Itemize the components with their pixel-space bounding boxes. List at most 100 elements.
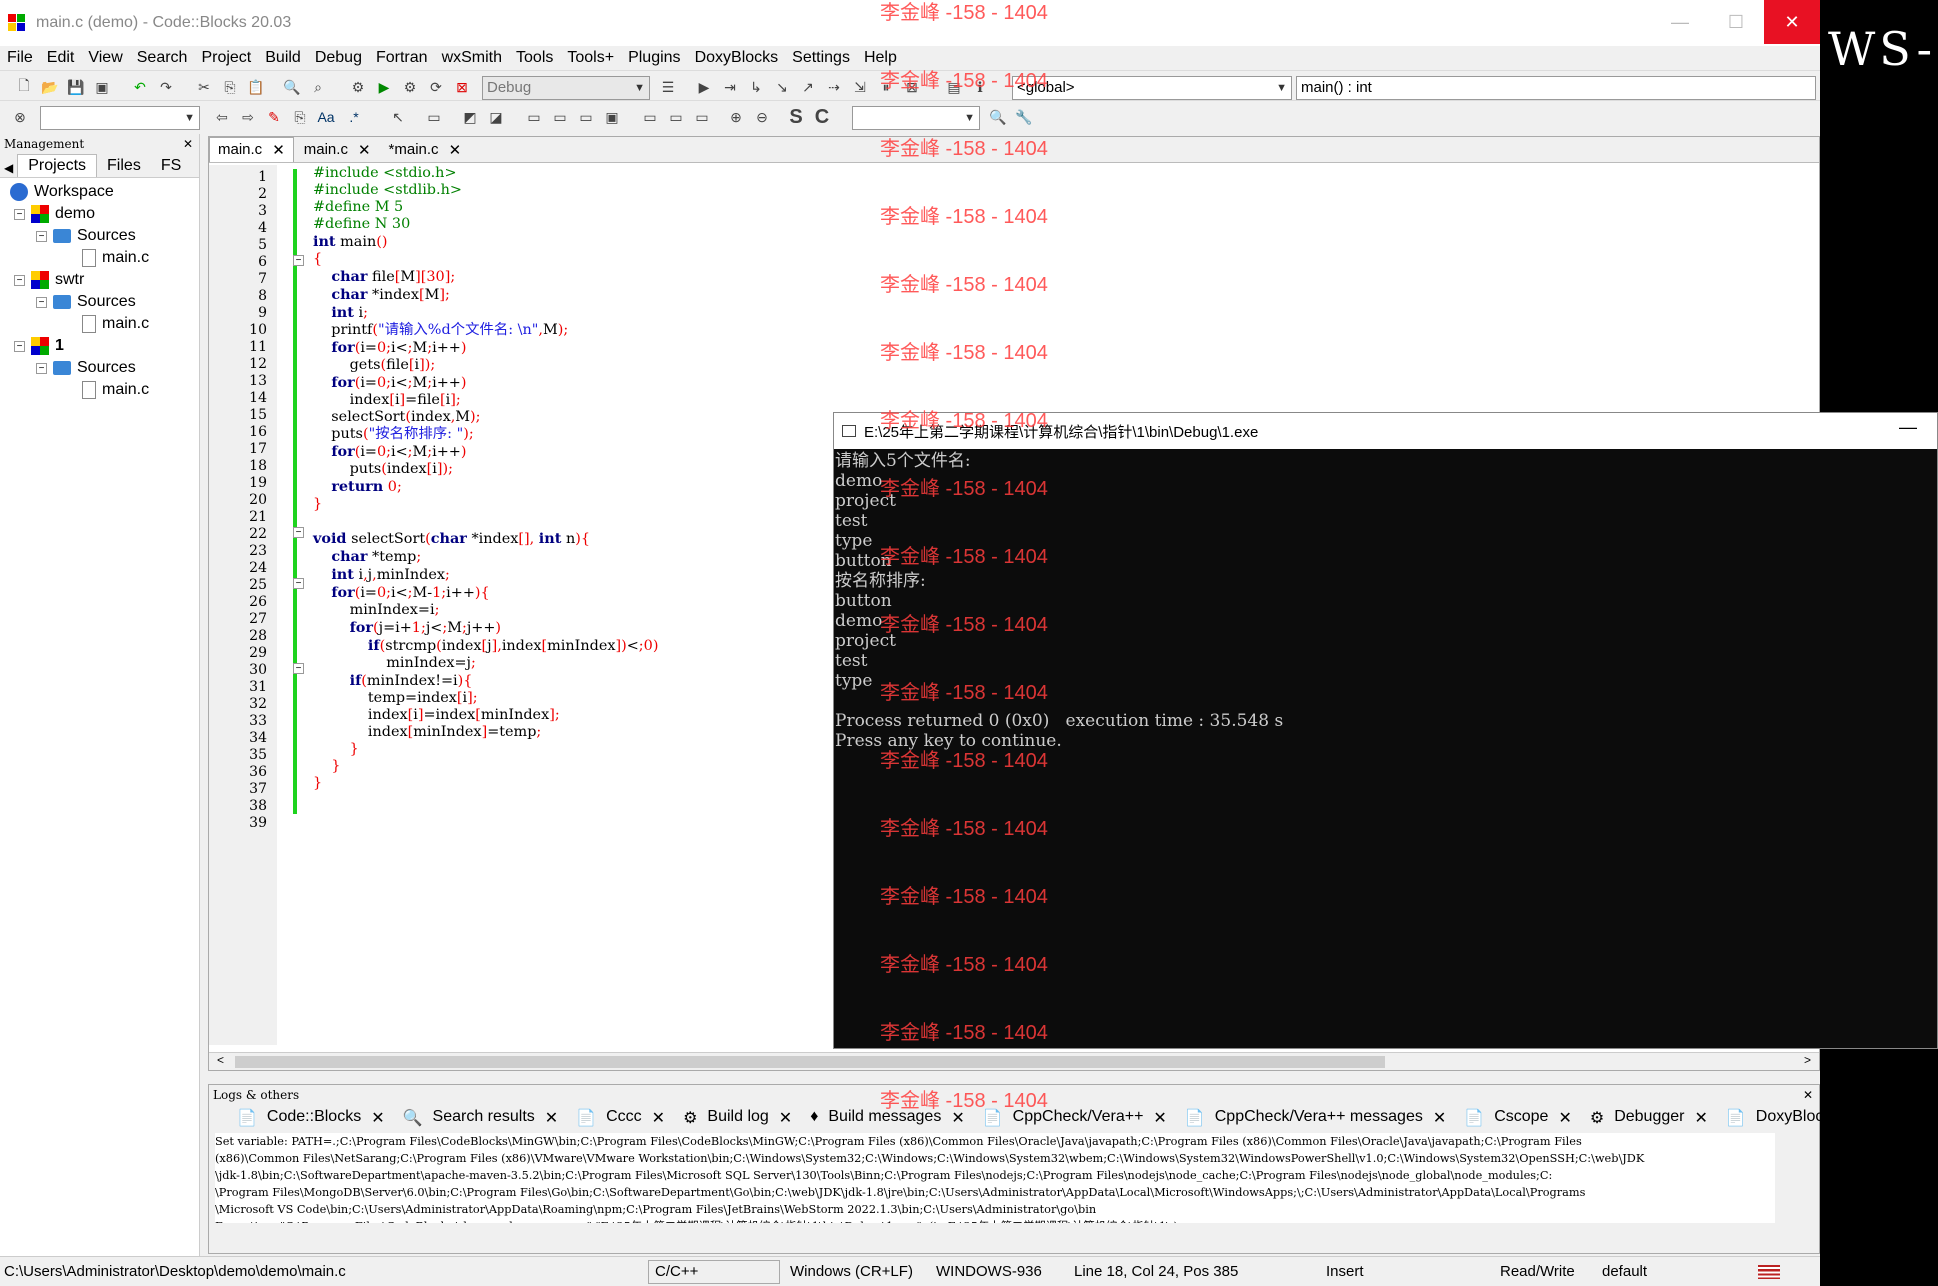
code-line[interactable]: gets(file[i]); <box>313 357 658 374</box>
symbol-select[interactable]: main() : int <box>1296 76 1816 100</box>
zoom-in-icon[interactable]: ⊕ <box>726 107 746 127</box>
code-line[interactable]: int i,j,minIndex; <box>313 566 658 584</box>
fold-marker-icon[interactable]: − <box>293 527 304 538</box>
tree-folder-sources[interactable]: − Sources <box>36 291 136 313</box>
code-line[interactable]: index[i]=file[i]; <box>313 392 658 409</box>
code-line[interactable]: for(i=0;i<;M;i++) <box>313 374 658 392</box>
tree-folder-sources[interactable]: − Sources <box>36 225 136 247</box>
menu-file[interactable]: File <box>0 46 40 70</box>
close-tab-icon[interactable]: ✕ <box>1694 1108 1707 1128</box>
tree-file[interactable]: main.c <box>82 247 149 269</box>
code-line[interactable]: for(j=i+1;j<;M;j++) <box>313 619 658 637</box>
code-line[interactable]: puts("按名称排序: "); <box>313 426 658 443</box>
scroll-left-icon[interactable]: < <box>217 1053 224 1067</box>
us-flag-icon[interactable] <box>1758 1265 1780 1279</box>
branch-icon[interactable]: ◪ <box>486 107 506 127</box>
menu-project[interactable]: Project <box>194 46 258 70</box>
next-line-icon[interactable]: ↳ <box>746 77 766 97</box>
build-icon[interactable]: ⚙ <box>348 77 368 97</box>
abort-icon[interactable]: ⊠ <box>452 77 472 97</box>
code-line[interactable]: minIndex=j; <box>313 655 658 672</box>
code-line[interactable]: } <box>313 496 658 513</box>
maximize-button[interactable]: ☐ <box>1708 0 1764 44</box>
close-tab-icon[interactable]: ✕ <box>545 1108 558 1128</box>
block4-icon[interactable]: ▣ <box>602 107 622 127</box>
show-select-target-icon[interactable]: ☰ <box>658 77 678 97</box>
menu-settings[interactable]: Settings <box>785 46 857 70</box>
log-tab-9[interactable]: 📄DoxyBlocks✕ <box>1726 1108 1820 1128</box>
code-line[interactable]: } <box>313 741 658 758</box>
tree-project[interactable]: − demo <box>14 203 95 225</box>
log-tab-1[interactable]: 🔍 Search results ✕ <box>403 1108 559 1128</box>
code-line[interactable]: char *index[M]; <box>313 286 658 304</box>
close-tab-icon[interactable]: ✕ <box>358 141 371 159</box>
close-tab-icon[interactable]: ✕ <box>652 1108 665 1128</box>
shape2-icon[interactable]: ▭ <box>666 107 686 127</box>
menu-plugins[interactable]: Plugins <box>621 46 687 70</box>
log-tab-6[interactable]: 📄 CppCheck/Vera++ messages ✕ <box>1185 1108 1446 1128</box>
code-line[interactable]: for(i=0;i<;M-1;i++){ <box>313 584 658 602</box>
code-line[interactable]: for(i=0;i<;M;i++) <box>313 443 658 461</box>
debugging-windows-icon[interactable]: ▤ <box>944 77 964 97</box>
code-area[interactable]: #include <stdio.h> #include <stdlib.h> #de… <box>313 165 658 843</box>
find-icon[interactable]: 🔍 <box>282 77 302 97</box>
code-line[interactable]: if(strcmp(index[j],index[minIndex])<;0) <box>313 637 659 655</box>
log-tab-0[interactable]: 📄 Code::Blocks ✕ <box>237 1108 385 1128</box>
block2-icon[interactable]: ▭ <box>550 107 570 127</box>
code-line[interactable]: #include <stdlib.h> <box>313 182 658 199</box>
code-line[interactable]: temp=index[i]; <box>313 690 658 707</box>
code-line[interactable]: } <box>313 775 658 792</box>
close-tab-icon[interactable]: ✕ <box>1153 1108 1166 1128</box>
code-line[interactable]: #define N 30 <box>313 216 658 233</box>
match-case-icon[interactable]: Aa <box>316 107 336 127</box>
fold-marker-icon[interactable]: − <box>293 255 304 266</box>
menu-wxsmith[interactable]: wxSmith <box>435 46 509 70</box>
step-into-instruction-icon[interactable]: ⇲ <box>850 77 870 97</box>
tab-projects[interactable]: Projects <box>17 154 98 177</box>
save-all-icon[interactable]: ▣ <box>92 77 112 97</box>
block3-icon[interactable]: ▭ <box>576 107 596 127</box>
decision-icon[interactable]: ◩ <box>460 107 480 127</box>
close-tab-icon[interactable]: ✕ <box>779 1108 792 1128</box>
paste-icon[interactable]: 📋 <box>246 77 266 97</box>
editor-tab-2[interactable]: main.c ✕ <box>296 138 379 162</box>
tree-folder-sources[interactable]: − Sources <box>36 357 136 379</box>
log-tab-5[interactable]: 📄 CppCheck/Vera++ ✕ <box>983 1108 1167 1128</box>
tab-scroll-left-icon[interactable]: ◀ <box>0 159 17 177</box>
regex-icon[interactable]: .* <box>344 107 364 127</box>
code-line[interactable]: { <box>313 251 658 268</box>
tree-workspace[interactable]: Workspace <box>10 181 114 203</box>
rectangle-icon[interactable]: ▭ <box>424 107 444 127</box>
close-tab-icon[interactable]: ✕ <box>1558 1108 1571 1128</box>
close-tab-icon[interactable]: ✕ <box>272 141 285 159</box>
clear-search-icon[interactable]: ⊗ <box>10 107 30 127</box>
rebuild-icon[interactable]: ⟳ <box>426 77 446 97</box>
code-line[interactable]: puts(index[i]); <box>313 461 658 478</box>
close-tab-icon[interactable]: ✕ <box>371 1108 384 1128</box>
cut-icon[interactable]: ✂ <box>194 77 214 97</box>
code-line[interactable]: char *temp; <box>313 548 658 566</box>
code-line[interactable] <box>313 513 658 530</box>
save-icon[interactable]: 💾 <box>66 77 86 97</box>
menu-view[interactable]: View <box>81 46 129 70</box>
code-line[interactable]: index[i]=index[minIndex]; <box>313 707 658 724</box>
code-line[interactable]: int main() <box>313 233 658 251</box>
stop-debugger-icon[interactable]: ⊠ <box>902 77 922 97</box>
close-tab-icon[interactable]: ✕ <box>1433 1108 1446 1128</box>
code-line[interactable]: void selectSort(char *index[], int n){ <box>313 530 658 548</box>
s-icon[interactable]: S <box>786 106 806 128</box>
log-tab-7[interactable]: 📄 Cscope ✕ <box>1464 1108 1572 1128</box>
close-button[interactable]: ✕ <box>1764 0 1820 44</box>
step-out-icon[interactable]: ↗ <box>798 77 818 97</box>
open-icon[interactable]: 📂 <box>40 77 60 97</box>
menu-build[interactable]: Build <box>258 46 308 70</box>
next-instruction-icon[interactable]: ⇢ <box>824 77 844 97</box>
code-snippet-select[interactable]: ▼ <box>852 106 980 130</box>
scroll-thumb[interactable] <box>235 1056 1385 1068</box>
collapse-icon[interactable]: − <box>14 340 25 352</box>
jump-forward-icon[interactable]: ⇨ <box>238 107 258 127</box>
editor-tab-1[interactable]: main.c ✕ <box>209 137 294 162</box>
replace-icon[interactable]: ⌕ <box>308 77 328 97</box>
step-into-icon[interactable]: ↘ <box>772 77 792 97</box>
log-tab-2[interactable]: 📄 Cccc ✕ <box>576 1108 665 1128</box>
